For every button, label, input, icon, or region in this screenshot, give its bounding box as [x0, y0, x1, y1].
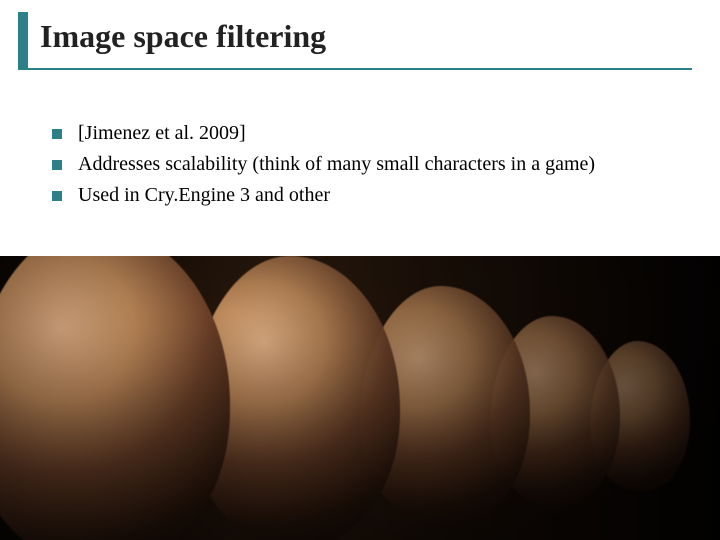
bullet-icon: [52, 160, 62, 170]
bullet-icon: [52, 129, 62, 139]
illustration-image: [0, 256, 720, 540]
title-underline: [18, 68, 692, 70]
title-block: Image space filtering: [18, 12, 692, 65]
slide-title: Image space filtering: [18, 12, 692, 65]
list-item: Used in Cry.Engine 3 and other: [52, 182, 680, 209]
bullet-text: [Jimenez et al. 2009]: [78, 120, 680, 147]
bullet-icon: [52, 191, 62, 201]
bullet-text: Used in Cry.Engine 3 and other: [78, 182, 680, 209]
bullet-text: Addresses scalability (think of many sma…: [78, 151, 680, 178]
bullet-list: [Jimenez et al. 2009] Addresses scalabil…: [52, 120, 680, 213]
slide: Image space filtering [Jimenez et al. 20…: [0, 0, 720, 540]
image-vignette: [0, 256, 720, 540]
title-accent-bar: [18, 12, 28, 68]
list-item: [Jimenez et al. 2009]: [52, 120, 680, 147]
list-item: Addresses scalability (think of many sma…: [52, 151, 680, 178]
